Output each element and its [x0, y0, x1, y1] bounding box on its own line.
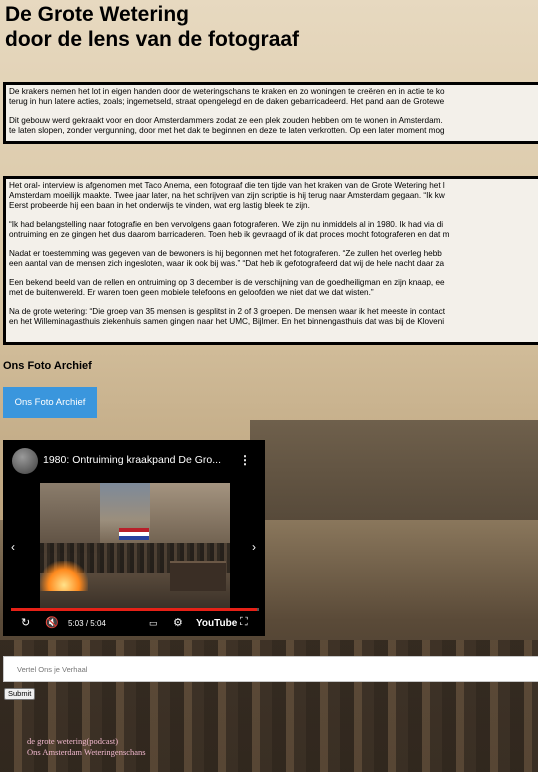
- video-progress-fill: [11, 608, 257, 611]
- interview-line: Een bekend beeld van de rellen en ontrui…: [9, 277, 445, 287]
- intro-text-box: De krakers nemen het lot in eigen handen…: [3, 82, 538, 144]
- video-time-current: 5:03: [68, 619, 84, 628]
- youtube-video-embed[interactable]: 1980: Ontruiming kraakpand De Gro... ⋮ ‹…: [3, 440, 265, 636]
- intro-line: Dit gebouw werd gekraakt voor en door Am…: [9, 115, 443, 125]
- interview-text-box: Het oral- interview is afgenomen met Tac…: [3, 176, 538, 345]
- interview-line: “Ik had belangstelling naar fotografie e…: [9, 220, 444, 230]
- page-title-line1: De Grote Wetering: [5, 3, 189, 26]
- interview-line: Nadat er toestemming was gegeven van de …: [9, 249, 442, 259]
- video-time-separator: /: [85, 619, 89, 628]
- interview-line: Na de grote wetering: “Die groep van 35 …: [9, 306, 445, 316]
- interview-line: Eerst probeerde hij een baan in het onde…: [9, 201, 310, 211]
- youtube-logo[interactable]: YouTube: [196, 618, 237, 629]
- settings-icon[interactable]: ⚙: [173, 616, 183, 629]
- next-arrow-icon[interactable]: ›: [252, 540, 256, 554]
- photo-archive-button[interactable]: Ons Foto Archief: [3, 387, 97, 418]
- thumbnail-flag: [119, 528, 149, 540]
- video-progress-bar[interactable]: [11, 608, 259, 611]
- replay-icon[interactable]: ↻: [21, 616, 30, 629]
- interview-line: Amsterdam moeilijk maakte. Twee jaar lat…: [9, 191, 445, 201]
- channel-avatar[interactable]: [12, 448, 38, 474]
- interview-line: met de buitenwereld. Er waren toen geen …: [9, 288, 374, 298]
- video-title[interactable]: 1980: Ontruiming kraakpand De Gro...: [43, 454, 221, 466]
- fullscreen-icon[interactable]: ⛶: [240, 616, 248, 629]
- footer-link-podcast[interactable]: de grote wetering(podcast): [27, 736, 146, 747]
- video-time: 5:03 / 5:04: [68, 619, 106, 628]
- interview-line: een aantal van de mensen zich ingesloten…: [9, 259, 445, 269]
- footer-links: de grote wetering(podcast) Ons Amsterdam…: [27, 736, 146, 758]
- intro-line: De krakers nemen het lot in eigen handen…: [9, 87, 445, 96]
- intro-line: terug in hun latere acties, zoals; ingem…: [9, 97, 445, 107]
- prev-arrow-icon[interactable]: ‹: [11, 540, 15, 554]
- interview-line: ontruiming en ze gingen het dus daarom b…: [9, 230, 450, 240]
- mute-icon[interactable]: 🔇: [45, 616, 59, 629]
- captions-icon[interactable]: ▭: [149, 618, 158, 629]
- page-title-line2: door de lens van de fotograaf: [5, 28, 300, 51]
- story-input[interactable]: [3, 656, 538, 682]
- video-controls: ↻ 🔇 5:03 / 5:04 ▭ ⚙ YouTube ⛶: [3, 614, 265, 636]
- intro-line: te laten slopen, zonder vergunning, door…: [9, 126, 445, 136]
- thumbnail-barricade: [170, 561, 226, 591]
- submit-button[interactable]: Submit: [4, 688, 36, 700]
- video-thumbnail[interactable]: [40, 483, 230, 608]
- interview-line: en het Willeminagasthuis ziekenhuis same…: [9, 317, 445, 327]
- footer-link-ons-amsterdam[interactable]: Ons Amsterdam Weteringenschans: [27, 747, 146, 758]
- thumbnail-fire: [40, 561, 88, 591]
- interview-line: Het oral- interview is afgenomen met Tac…: [9, 181, 445, 190]
- photo-archive-heading: Ons Foto Archief: [3, 360, 92, 372]
- more-vert-icon[interactable]: ⋮: [239, 453, 251, 467]
- page-title: De Grote Wetering door de lens van de fo…: [5, 2, 299, 52]
- video-time-total: 5:04: [90, 619, 106, 628]
